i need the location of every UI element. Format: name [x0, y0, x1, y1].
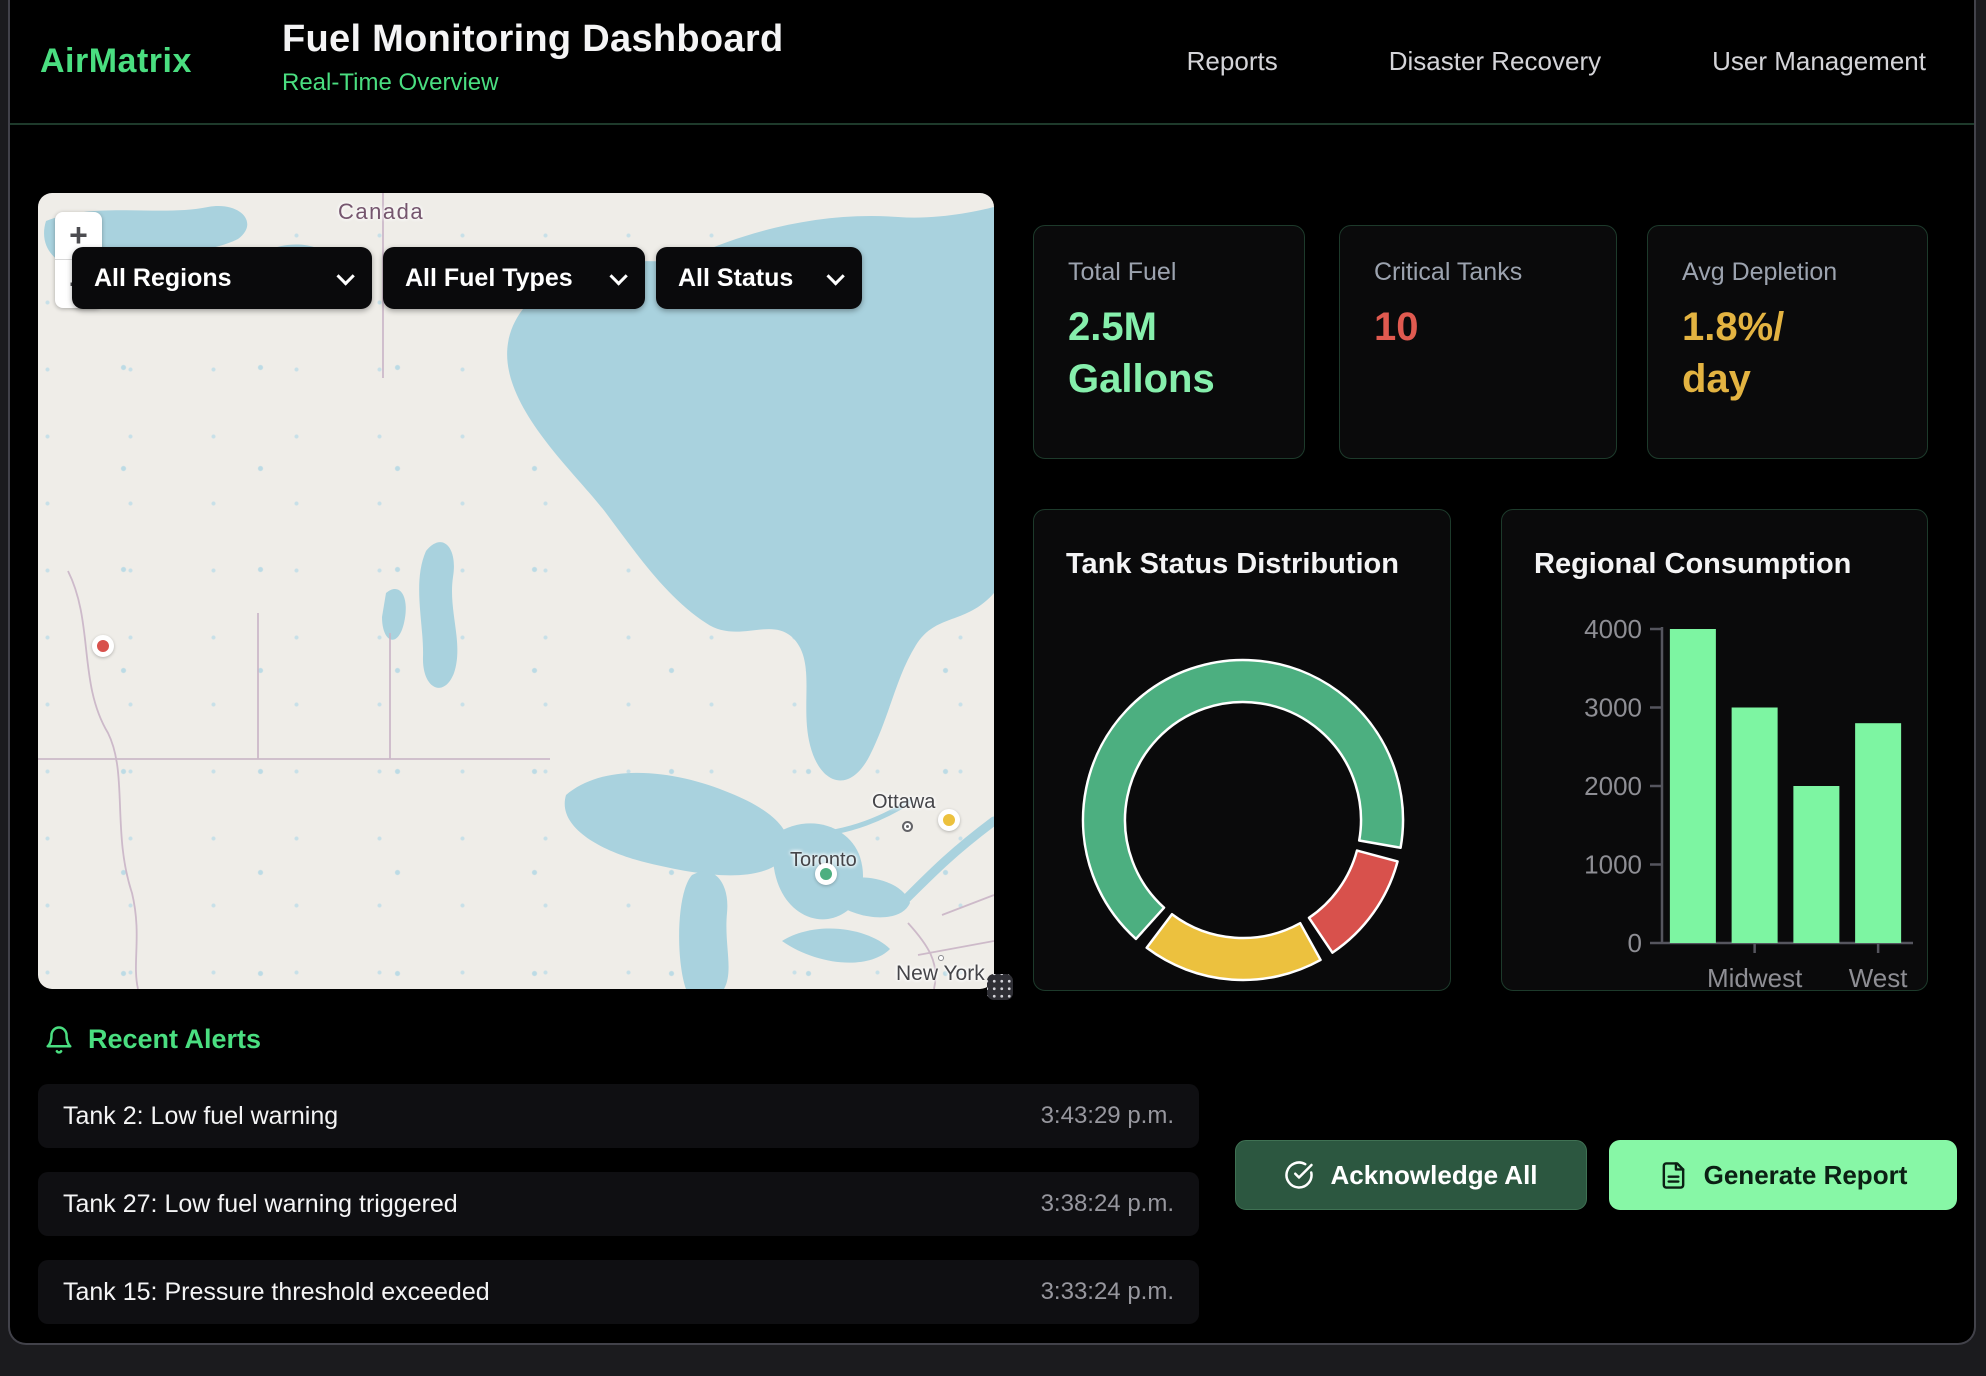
- status-filter-value: All Status: [678, 264, 793, 293]
- svg-text:4000: 4000: [1584, 614, 1642, 644]
- map-filter-bar: All Regions All Fuel Types All Status: [72, 247, 862, 309]
- region-filter-dropdown[interactable]: All Regions: [72, 247, 372, 309]
- tank-marker-normal[interactable]: [815, 863, 837, 885]
- svg-text:0: 0: [1628, 928, 1642, 958]
- nav-reports[interactable]: Reports: [1187, 46, 1278, 77]
- ottawa-city-marker: [902, 821, 913, 832]
- new-york-city-marker: [938, 955, 944, 961]
- tank-marker-critical[interactable]: [92, 635, 114, 657]
- svg-text:2000: 2000: [1584, 771, 1642, 801]
- page-subtitle: Real-Time Overview: [282, 69, 783, 97]
- alert-row[interactable]: Tank 15: Pressure threshold exceeded 3:3…: [38, 1260, 1199, 1324]
- stat-card-avg-depletion: Avg Depletion 1.8%/ day: [1647, 225, 1928, 459]
- app-logo[interactable]: AirMatrix: [40, 0, 192, 123]
- svg-text:West: West: [1849, 963, 1909, 992]
- alert-timestamp: 3:43:29 p.m.: [1041, 1102, 1174, 1130]
- nav-user-management[interactable]: User Management: [1712, 46, 1926, 77]
- report-document-icon: [1659, 1161, 1688, 1190]
- regional-consumption-bar-chart: 0 1000 2000 3000 4000 Midwest West: [1502, 510, 1929, 992]
- map-panel[interactable]: Canada Ottawa Toronto New York + − All R…: [38, 193, 994, 989]
- recent-alerts-title: Recent Alerts: [88, 1024, 261, 1055]
- alert-message: Tank 2: Low fuel warning: [63, 1102, 338, 1131]
- tank-status-distribution-card: Tank Status Distribution: [1033, 509, 1451, 991]
- generate-report-button[interactable]: Generate Report: [1609, 1140, 1957, 1210]
- acknowledge-all-label: Acknowledge All: [1330, 1160, 1537, 1191]
- stat-value: 2.5M Gallons: [1068, 301, 1270, 405]
- recent-alerts-header: Recent Alerts: [44, 1024, 261, 1055]
- map-resize-handle[interactable]: [987, 974, 1013, 1000]
- map-label-ottawa: Ottawa: [872, 791, 935, 814]
- page-title: Fuel Monitoring Dashboard: [282, 18, 783, 61]
- stat-value: 10: [1374, 301, 1582, 353]
- regional-consumption-card: Regional Consumption 01000200030004000Mi…: [1501, 509, 1928, 991]
- status-filter-dropdown[interactable]: All Status: [656, 247, 862, 309]
- svg-text:3000: 3000: [1584, 693, 1642, 723]
- region-filter-value: All Regions: [94, 264, 232, 293]
- map-label-canada: Canada: [338, 199, 424, 225]
- svg-text:Midwest: Midwest: [1707, 963, 1803, 992]
- alert-timestamp: 3:38:24 p.m.: [1041, 1190, 1174, 1218]
- svg-text:1000: 1000: [1584, 850, 1642, 880]
- stat-card-total-fuel: Total Fuel 2.5M Gallons: [1033, 225, 1305, 459]
- alert-timestamp: 3:33:24 p.m.: [1041, 1278, 1174, 1306]
- chevron-down-icon: [609, 267, 627, 285]
- tank-marker-warning[interactable]: [938, 809, 960, 831]
- chevron-down-icon: [826, 267, 844, 285]
- map-label-new-york: New York: [896, 962, 985, 986]
- stat-value: 1.8%/ day: [1682, 301, 1893, 405]
- stat-label: Avg Depletion: [1682, 258, 1893, 287]
- nav-disaster-recovery[interactable]: Disaster Recovery: [1389, 46, 1601, 77]
- generate-report-label: Generate Report: [1704, 1160, 1908, 1191]
- alert-message: Tank 27: Low fuel warning triggered: [63, 1190, 458, 1219]
- main-nav: Reports Disaster Recovery User Managemen…: [1187, 0, 1926, 123]
- tank-status-donut-chart: [1034, 510, 1452, 992]
- stat-label: Total Fuel: [1068, 258, 1270, 287]
- alert-row[interactable]: Tank 2: Low fuel warning 3:43:29 p.m.: [38, 1084, 1199, 1148]
- stat-card-critical-tanks: Critical Tanks 10: [1339, 225, 1617, 459]
- fuel-type-filter-dropdown[interactable]: All Fuel Types: [383, 247, 645, 309]
- fuel-type-filter-value: All Fuel Types: [405, 264, 573, 293]
- bell-icon: [44, 1025, 74, 1055]
- alert-row[interactable]: Tank 27: Low fuel warning triggered 3:38…: [38, 1172, 1199, 1236]
- alert-message: Tank 15: Pressure threshold exceeded: [63, 1278, 490, 1307]
- stat-label: Critical Tanks: [1374, 258, 1582, 287]
- chevron-down-icon: [336, 267, 354, 285]
- title-block: Fuel Monitoring Dashboard Real-Time Over…: [282, 18, 783, 97]
- acknowledge-all-button[interactable]: Acknowledge All: [1235, 1140, 1587, 1210]
- dashboard-frame: AirMatrix Fuel Monitoring Dashboard Real…: [8, 0, 1976, 1345]
- app-header: AirMatrix Fuel Monitoring Dashboard Real…: [10, 0, 1974, 125]
- check-circle-icon: [1284, 1160, 1314, 1190]
